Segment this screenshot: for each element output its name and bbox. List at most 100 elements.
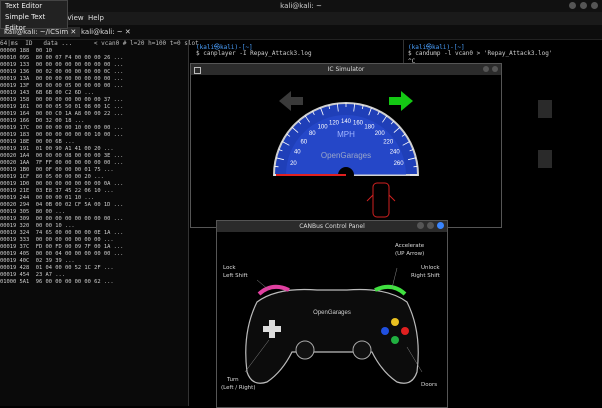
can-frame-row: 01000 5A1 96 00 00 00 00 00 62 ... (0, 279, 123, 286)
terminal-tab-bar: kali@kali: ~/ICSim ✕ kali@kali: ~ ✕ (0, 25, 602, 40)
frame-data: 00 00 00 00 10 00 00 00 ... (35, 125, 124, 131)
speed-tick-label: 40 (294, 150, 301, 156)
minimize-button[interactable] (483, 66, 489, 72)
frame-id: 324 (19, 230, 30, 236)
right-stick-icon (352, 340, 372, 360)
frame-id: 405 (19, 251, 30, 257)
frame-delta: 00019 (0, 111, 17, 117)
window-controls (569, 2, 598, 9)
frame-id: 191 (19, 146, 30, 152)
frame-delta: 00019 (0, 167, 17, 173)
frame-data: 00 00 C0 1A A8 00 00 22 ... (35, 111, 124, 117)
can-frame-row: 00020 1AA 7F FF 00 00 00 00 00 00 ... (0, 160, 123, 167)
maximize-button[interactable] (427, 222, 434, 229)
instrument-cluster: 20406080100120 140 160180200220240260 MPH … (272, 91, 420, 218)
frame-data: 00 02 00 00 00 00 00 0C ... (35, 69, 124, 75)
frame-id: 136 (19, 69, 30, 75)
can-frame-row: 00019 309 00 00 00 00 00 00 00 00 ... (0, 216, 123, 223)
can-frame-row: 00019 133 00 00 00 00 00 00 00 00 ... (0, 62, 123, 69)
frame-delta: 00019 (0, 62, 17, 68)
gamepad-brand: OpenGarages (313, 310, 351, 316)
minimize-button[interactable] (417, 222, 424, 229)
frame-delta: 00019 (0, 132, 17, 138)
can-frame-row: 00019 305 80 00 ... (0, 209, 123, 216)
frame-id: 37C (19, 244, 30, 250)
frame-delta: 00019 (0, 230, 17, 236)
frame-id: 333 (19, 237, 30, 243)
frame-id: 1D0 (19, 181, 30, 187)
frame-id: 164 (19, 111, 30, 117)
speed-tick-label: 140 (341, 119, 352, 125)
can-frame-row: 00019 166 D0 32 00 18 ... (0, 118, 123, 125)
file-icon[interactable] (538, 150, 552, 168)
cansniffer-terminal[interactable]: 64|ms ID data ... < vcan0 # l=20 h=100 t… (0, 40, 199, 406)
frame-delta: 00019 (0, 258, 17, 264)
can-frame-row: 00019 1B0 00 0F 00 00 00 01 75 ... (0, 167, 123, 174)
can-frame-row: 00010 095 80 00 07 F4 00 00 00 26 ... (0, 55, 123, 62)
pane-divider[interactable] (188, 40, 189, 406)
frame-data: 02 39 39 ... (35, 258, 75, 264)
ic-sim-titlebar[interactable]: IC Simulator (191, 64, 501, 75)
can-frame-row: 00019 164 00 00 C0 1A A8 00 00 22 ... (0, 111, 123, 118)
frame-delta: 00019 (0, 90, 17, 96)
frame-data: 7F FF 00 00 00 00 00 00 ... (35, 160, 124, 166)
can-panel-titlebar[interactable]: CANBus Control Panel (217, 221, 447, 232)
frame-id: 1CF (19, 174, 30, 180)
frame-data: 80 05 00 00 00 20 ... (35, 174, 104, 180)
frame-id: 428 (19, 265, 30, 271)
ic-sim-window-controls (483, 66, 498, 72)
frame-id: 18E (19, 139, 30, 145)
can-frame-row: 00019 244 00 00 00 01 10 ... (0, 195, 123, 202)
ic-simulator-window[interactable]: IC Simulator 20 40 60 80 100 120 140 160 180 200 2… (190, 63, 502, 228)
menu-help[interactable]: Help (88, 14, 104, 22)
tooltip-subtitle: Simple Text Editor (5, 13, 46, 32)
close-icon[interactable]: ✕ (125, 28, 131, 36)
frame-delta: 00020 (0, 202, 17, 208)
frame-id: 1A4 (19, 153, 30, 159)
tab-home[interactable]: kali@kali: ~ ✕ (81, 27, 131, 37)
gauge-brand: OpenGarages (321, 151, 371, 160)
can-frame-row: 00019 17C 00 00 00 00 10 00 00 00 ... (0, 125, 123, 132)
can-frame-row: 00020 294 04 0B 00 02 CF 5A 00 1D ... (0, 202, 123, 209)
frame-delta: 00019 (0, 76, 17, 82)
speed-tick-label: 80 (309, 131, 316, 137)
command-text: $ candump -l vcan0 > 'Repay_Attack3.log' (408, 50, 553, 57)
a-button-icon (391, 336, 399, 344)
frame-data: 80 00 07 F4 00 00 00 26 ... (35, 55, 124, 61)
canbus-control-panel-window[interactable]: CANBus Control Panel Lock Left Shift Acc… (216, 220, 448, 408)
file-icon[interactable] (538, 100, 552, 118)
frame-delta: 00019 (0, 139, 17, 145)
speed-tick-label: 100 (318, 124, 329, 130)
frame-delta: 00019 (0, 69, 17, 75)
frame-id: 309 (19, 216, 30, 222)
close-button[interactable] (492, 66, 498, 72)
minimize-button[interactable] (569, 2, 576, 9)
close-icon[interactable]: ✕ (70, 28, 76, 36)
frame-id: 158 (19, 97, 30, 103)
x-button-icon (381, 327, 389, 335)
frame-delta: 00019 (0, 97, 17, 103)
frame-data: 01 04 00 00 52 1C 2F ... (35, 265, 114, 271)
frame-id: 133 (19, 62, 30, 68)
frame-delta: 00019 (0, 272, 17, 278)
can-frame-row: 00019 320 00 00 10 ... (0, 223, 123, 230)
can-frame-row: 00019 333 00 00 00 00 00 00 00 ... (0, 237, 123, 244)
frame-id: 13A (19, 76, 30, 82)
frame-data: 00 00 00 00 00 00 00 ... (35, 237, 114, 243)
can-frame-row: 00019 1CF 80 05 00 00 00 20 ... (0, 174, 123, 181)
can-panel-window-controls (417, 222, 444, 229)
tab-label: kali@kali: ~ (81, 28, 123, 36)
frame-id: 294 (19, 202, 30, 208)
frame-delta: 00020 (0, 153, 17, 159)
close-button[interactable] (591, 2, 598, 9)
close-button[interactable] (437, 222, 444, 229)
maximize-button[interactable] (580, 2, 587, 9)
speed-tick-label: 120 (329, 120, 340, 126)
menu-view[interactable]: View (67, 14, 84, 22)
ic-sim-title: IC Simulator (327, 66, 365, 73)
frame-data: 04 0B 00 02 CF 5A 00 1D ... (35, 202, 124, 208)
frame-data: 01 00 90 A1 41 00 20 ... (35, 146, 114, 152)
frame-data: 00 00 00 00 00 00 00 0A ... (35, 181, 124, 187)
speed-tick-label: 200 (375, 131, 386, 137)
frame-delta: 00019 (0, 125, 17, 131)
